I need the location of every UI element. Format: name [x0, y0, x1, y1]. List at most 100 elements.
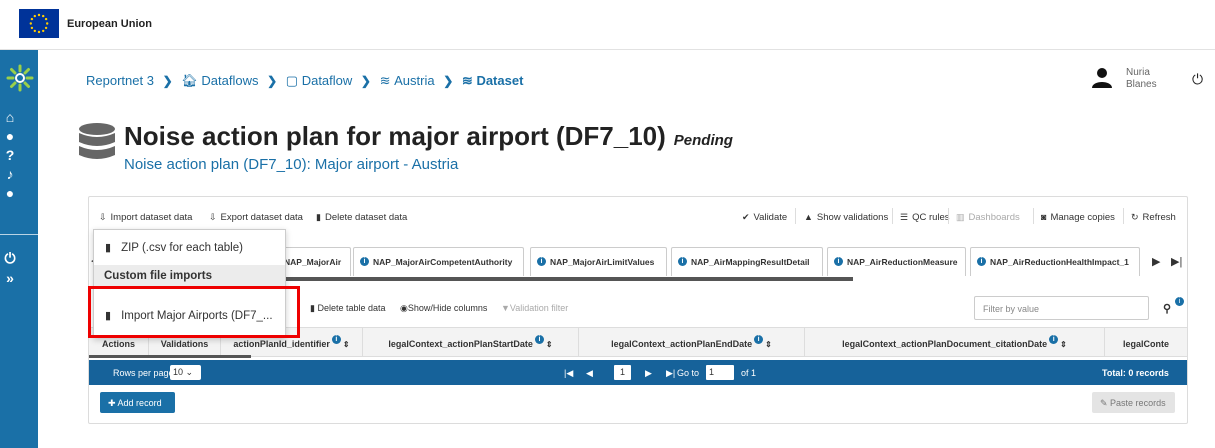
tab-scroll-end-icon[interactable]: ▶| — [1171, 255, 1182, 268]
column-header-legalconte[interactable]: legalConte — [1105, 328, 1187, 357]
left-sidebar: ⌂ ● ? ♪ ● ⏻ » — [0, 50, 38, 448]
expand-icon[interactable]: » — [0, 270, 20, 286]
rows-value: 10 — [173, 367, 184, 377]
breadcrumb-item-dataflows[interactable]: Dataflows — [201, 73, 258, 88]
chevron-right-icon: ❯ — [360, 73, 371, 88]
column-header-enddate[interactable]: legalContext_actionPlanEndDate i⇕ — [579, 328, 805, 357]
paste-records-label: Paste records — [1110, 398, 1166, 408]
home-icon[interactable]: ⌂ — [0, 109, 20, 125]
database-icon: ≋ — [461, 72, 473, 88]
tab-scroll-right-icon[interactable]: ▶ — [1152, 255, 1160, 268]
sidebar-divider — [0, 234, 38, 235]
info-icon: i — [1049, 335, 1059, 344]
camera-icon: ◙ — [1041, 212, 1047, 222]
warning-icon: ▲ — [804, 212, 813, 222]
user-name[interactable]: Nuria Blanes — [1126, 67, 1176, 91]
tab-nap-majorair[interactable]: NAP_MajorAir — [277, 247, 351, 276]
qc-rules-button[interactable]: ☰ QC rules — [900, 212, 950, 223]
column-label: legalContext_actionPlanStartDate — [388, 339, 533, 349]
delete-dataset-button[interactable]: ▮ Delete dataset data — [316, 212, 407, 223]
validation-filter-button[interactable]: ▼Validation filter — [501, 303, 568, 313]
next-page-icon[interactable]: ▶ — [645, 368, 652, 379]
info-icon: i — [678, 257, 687, 266]
sort-icon: ⇕ — [545, 340, 553, 349]
toolbar-divider — [892, 208, 893, 224]
show-validations-button[interactable]: ▲ Show validations — [804, 212, 888, 223]
breadcrumb-item-dataset: Dataset — [476, 73, 524, 89]
breadcrumb-item-austria[interactable]: Austria — [394, 73, 434, 88]
column-label: legalContext_actionPlanEndDate — [611, 339, 753, 349]
validate-button[interactable]: ✔ Validate — [742, 212, 787, 223]
dashboards-button[interactable]: ▥ Dashboards — [956, 212, 1020, 223]
add-record-button[interactable]: ✚ Add record — [100, 392, 175, 413]
import-zip-option[interactable]: ▮ ZIP (.csv for each table) — [94, 230, 285, 263]
first-page-icon[interactable]: |◀ — [564, 368, 573, 379]
manage-copies-button[interactable]: ◙ Manage copies — [1041, 212, 1115, 223]
search-icon[interactable]: ⚲ — [1163, 302, 1171, 315]
dashboards-label: Dashboards — [968, 212, 1020, 223]
tab-nap-airreductionhealthimpact[interactable]: i NAP_AirReductionHealthImpact_1 — [970, 247, 1140, 276]
paste-records-button[interactable]: ✎ Paste records — [1092, 392, 1175, 413]
refresh-button[interactable]: ↻ Refresh — [1131, 212, 1176, 223]
info-icon: i — [360, 257, 369, 266]
power-icon[interactable]: ⏻ — [1192, 71, 1203, 88]
add-record-label: Add record — [117, 398, 162, 408]
last-page-icon[interactable]: ▶| — [666, 368, 675, 379]
tab-nap-majorairlimitvalues[interactable]: i NAP_MajorAirLimitValues — [530, 247, 667, 276]
column-label: Validations — [160, 339, 209, 349]
delete-table-label: Delete table data — [317, 303, 386, 313]
breadcrumb: Reportnet 3 ❯ 🏠︎ Dataflows ❯ ▢ Dataflow … — [86, 72, 523, 89]
bell-icon[interactable]: ♪ — [0, 166, 20, 182]
filter-icon: ▼ — [501, 303, 510, 313]
import-dataset-button[interactable]: ⇩ Import dataset data — [99, 212, 192, 223]
delete-table-button[interactable]: ▮ Delete table data — [310, 303, 386, 314]
filter-input[interactable]: Filter by value — [974, 296, 1149, 320]
bar-chart-icon: ▥ — [956, 212, 965, 222]
qc-rules-label: QC rules — [912, 212, 950, 223]
validation-filter-label: Validation filter — [509, 303, 569, 313]
eu-header: European Union — [0, 0, 1215, 50]
show-hide-columns-button[interactable]: ◉Show/Hide columns — [400, 303, 487, 314]
comment-icon[interactable]: ● — [0, 185, 20, 201]
breadcrumb-item-reportnet[interactable]: Reportnet 3 — [86, 73, 154, 88]
column-header-citationdate[interactable]: legalContext_actionPlanDocument_citation… — [805, 328, 1105, 357]
chevron-down-icon: ⌄ — [185, 367, 194, 377]
refresh-icon: ↻ — [1131, 212, 1139, 222]
tab-scrollbar[interactable] — [277, 277, 853, 281]
eye-icon: ◉ — [400, 303, 408, 313]
validate-label: Validate — [753, 212, 788, 223]
clone-icon: ▢ — [285, 72, 299, 88]
table-scrollbar[interactable] — [89, 355, 251, 358]
tab-label: NAP_MajorAir — [284, 257, 342, 267]
info-icon[interactable]: i — [1175, 297, 1184, 306]
breadcrumb-bar: Reportnet 3 ❯ 🏠︎ Dataflows ❯ ▢ Dataflow … — [38, 50, 1215, 108]
rows-per-page-select[interactable]: 10 ⌄ — [170, 365, 201, 380]
column-label: legalConte — [1122, 339, 1169, 349]
logout-icon[interactable]: ⏻ — [0, 250, 20, 266]
page-title-text: Noise action plan for major airport (DF7… — [124, 121, 666, 151]
tab-label: NAP_AirReductionHealthImpact_1 — [990, 257, 1129, 267]
user-avatar-icon[interactable] — [1091, 66, 1113, 88]
sort-icon: ⇕ — [765, 340, 772, 349]
help-icon[interactable]: ? — [0, 147, 20, 163]
current-page[interactable]: 1 — [614, 365, 631, 380]
reportnet-logo-icon[interactable] — [6, 64, 34, 92]
tab-nap-airreductionmeasure[interactable]: i NAP_AirReductionMeasure — [827, 247, 966, 276]
export-dataset-button[interactable]: ⇩ Export dataset data — [209, 212, 303, 223]
manage-copies-label: Manage copies — [1050, 212, 1115, 223]
status-badge: Pending — [673, 132, 733, 149]
tab-label: NAP_AirReductionMeasure — [847, 257, 958, 267]
info-icon: i — [534, 335, 544, 344]
info-icon: i — [754, 335, 764, 344]
column-header-startdate[interactable]: legalContext_actionPlanStartDate i⇕ — [363, 328, 579, 357]
tab-nap-majoraircompetentauthority[interactable]: i NAP_MajorAirCompetentAuthority — [353, 247, 524, 276]
eu-flag-logo — [19, 9, 59, 38]
breadcrumb-item-dataflow[interactable]: Dataflow — [302, 73, 353, 88]
eu-title: European Union — [67, 18, 152, 30]
import-icon: ⇩ — [99, 212, 107, 222]
goto-input[interactable]: 1 — [706, 365, 734, 380]
prev-page-icon[interactable]: ◀ — [586, 368, 593, 379]
user-circle-icon[interactable]: ● — [0, 128, 20, 144]
tab-nap-airmappingresultdetail[interactable]: i NAP_AirMappingResultDetail — [671, 247, 823, 276]
rows-per-page-label: Rows per page — [113, 368, 174, 378]
